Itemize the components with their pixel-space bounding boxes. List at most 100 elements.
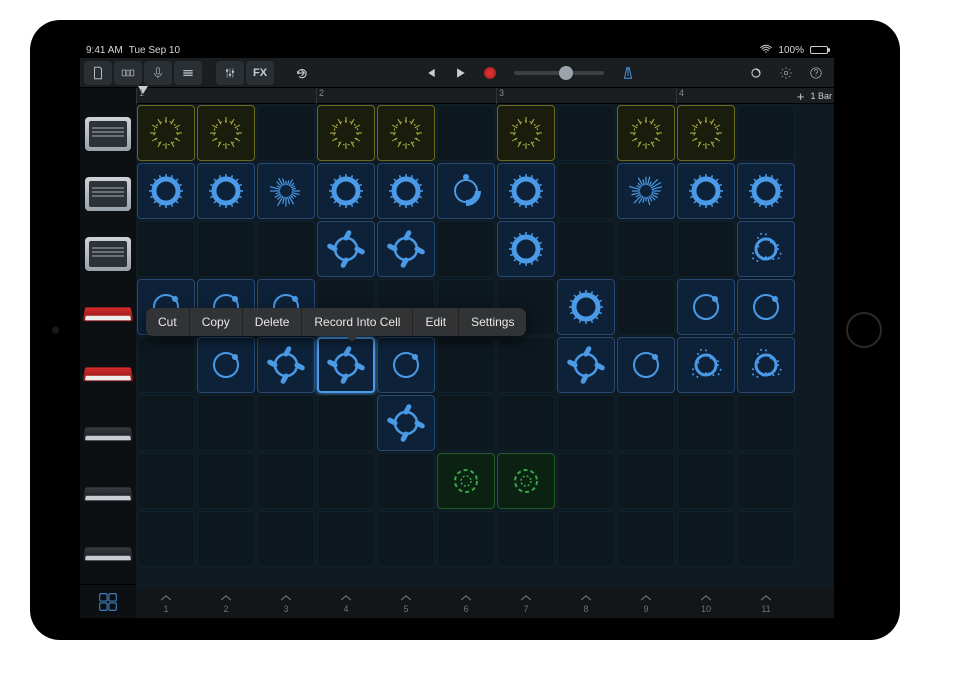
loop-cell[interactable] xyxy=(137,337,195,393)
column-trigger[interactable]: 8 xyxy=(556,588,616,618)
loop-cell[interactable] xyxy=(437,105,495,161)
metronome-button[interactable] xyxy=(614,61,642,85)
loop-cell[interactable] xyxy=(737,279,795,335)
loop-cell[interactable] xyxy=(197,395,255,451)
context-menu-item-settings[interactable]: Settings xyxy=(459,308,526,336)
track-header[interactable] xyxy=(80,344,136,404)
track-header[interactable] xyxy=(80,284,136,344)
context-menu-item-delete[interactable]: Delete xyxy=(243,308,303,336)
loop-cell[interactable] xyxy=(557,163,615,219)
loop-cell[interactable] xyxy=(617,453,675,509)
loop-cell[interactable] xyxy=(617,105,675,161)
loop-cell[interactable] xyxy=(677,221,735,277)
master-volume-slider[interactable] xyxy=(514,71,604,75)
loop-cell[interactable] xyxy=(377,337,435,393)
loop-cell[interactable] xyxy=(617,337,675,393)
record-button[interactable] xyxy=(476,61,504,85)
context-menu-item-copy[interactable]: Copy xyxy=(190,308,243,336)
help-button[interactable] xyxy=(802,61,830,85)
loop-cell[interactable] xyxy=(257,163,315,219)
loop-cell[interactable] xyxy=(377,221,435,277)
loop-cell[interactable] xyxy=(437,453,495,509)
loop-cell[interactable] xyxy=(377,105,435,161)
loop-cell[interactable] xyxy=(677,105,735,161)
loop-cell[interactable] xyxy=(737,511,795,567)
sound-library-button[interactable] xyxy=(80,584,136,618)
loop-cell[interactable] xyxy=(497,511,555,567)
track-header[interactable] xyxy=(80,404,136,464)
loop-cell[interactable] xyxy=(257,395,315,451)
loop-cell[interactable] xyxy=(317,105,375,161)
loop-cell[interactable] xyxy=(197,163,255,219)
loop-cell[interactable] xyxy=(317,395,375,451)
loop-cell[interactable] xyxy=(497,395,555,451)
loop-cell[interactable] xyxy=(377,395,435,451)
loop-cell[interactable] xyxy=(137,163,195,219)
loop-cell[interactable] xyxy=(377,163,435,219)
loop-cell[interactable] xyxy=(137,395,195,451)
loop-cell[interactable] xyxy=(677,395,735,451)
column-trigger[interactable]: 2 xyxy=(196,588,256,618)
loop-cell[interactable] xyxy=(257,221,315,277)
loop-cell[interactable] xyxy=(677,453,735,509)
loop-cell[interactable] xyxy=(737,105,795,161)
settings-button[interactable] xyxy=(772,61,800,85)
loop-cell[interactable] xyxy=(677,163,735,219)
loop-cell[interactable] xyxy=(617,395,675,451)
loop-cell[interactable] xyxy=(137,453,195,509)
loop-cell[interactable] xyxy=(737,395,795,451)
loop-cell[interactable] xyxy=(557,105,615,161)
column-trigger[interactable]: 10 xyxy=(676,588,736,618)
mixer-button[interactable] xyxy=(216,61,244,85)
loop-cell[interactable] xyxy=(197,511,255,567)
loop-cell[interactable] xyxy=(497,221,555,277)
loop-cell[interactable] xyxy=(137,221,195,277)
ruler[interactable]: + 1 Bar 1234 xyxy=(136,88,834,104)
column-trigger[interactable]: 4 xyxy=(316,588,376,618)
loop-cell[interactable] xyxy=(677,279,735,335)
my-songs-button[interactable] xyxy=(84,61,112,85)
track-header[interactable] xyxy=(80,224,136,284)
loop-cell[interactable] xyxy=(497,163,555,219)
track-header[interactable] xyxy=(80,524,136,584)
loop-cell[interactable] xyxy=(557,337,615,393)
column-trigger[interactable]: 7 xyxy=(496,588,556,618)
column-trigger[interactable]: 5 xyxy=(376,588,436,618)
loop-cell[interactable] xyxy=(557,511,615,567)
loop-cell[interactable] xyxy=(257,337,315,393)
loop-cell[interactable] xyxy=(737,453,795,509)
loop-cell[interactable] xyxy=(617,163,675,219)
fx-button[interactable]: FX xyxy=(246,61,274,85)
home-button[interactable] xyxy=(846,312,882,348)
column-trigger[interactable]: 6 xyxy=(436,588,496,618)
browser-button[interactable] xyxy=(114,61,142,85)
loop-cell[interactable] xyxy=(317,453,375,509)
loop-cell[interactable] xyxy=(617,221,675,277)
loop-cell[interactable] xyxy=(197,337,255,393)
loop-cell[interactable] xyxy=(737,163,795,219)
track-header[interactable] xyxy=(80,104,136,164)
context-menu-item-cut[interactable]: Cut xyxy=(146,308,190,336)
loop-cell[interactable] xyxy=(617,511,675,567)
loop-cell[interactable] xyxy=(437,395,495,451)
column-trigger[interactable]: 1 xyxy=(136,588,196,618)
loop-cell[interactable] xyxy=(197,221,255,277)
loop-cell[interactable] xyxy=(677,511,735,567)
loop-cell[interactable] xyxy=(317,221,375,277)
loop-cell[interactable] xyxy=(497,105,555,161)
loop-cell[interactable] xyxy=(257,105,315,161)
loop-cell[interactable] xyxy=(737,221,795,277)
loop-cell[interactable] xyxy=(137,105,195,161)
loop-cell[interactable] xyxy=(377,453,435,509)
loop-cell[interactable] xyxy=(317,511,375,567)
loop-cell[interactable] xyxy=(557,221,615,277)
column-trigger[interactable]: 3 xyxy=(256,588,316,618)
loop-cell[interactable] xyxy=(317,337,375,393)
undo-button[interactable] xyxy=(288,61,316,85)
loop-cell[interactable] xyxy=(437,163,495,219)
master-volume-thumb[interactable] xyxy=(559,66,573,80)
loop-cell[interactable] xyxy=(257,453,315,509)
loop-cell[interactable] xyxy=(377,511,435,567)
column-trigger[interactable]: 11 xyxy=(736,588,796,618)
loop-cell[interactable] xyxy=(437,221,495,277)
